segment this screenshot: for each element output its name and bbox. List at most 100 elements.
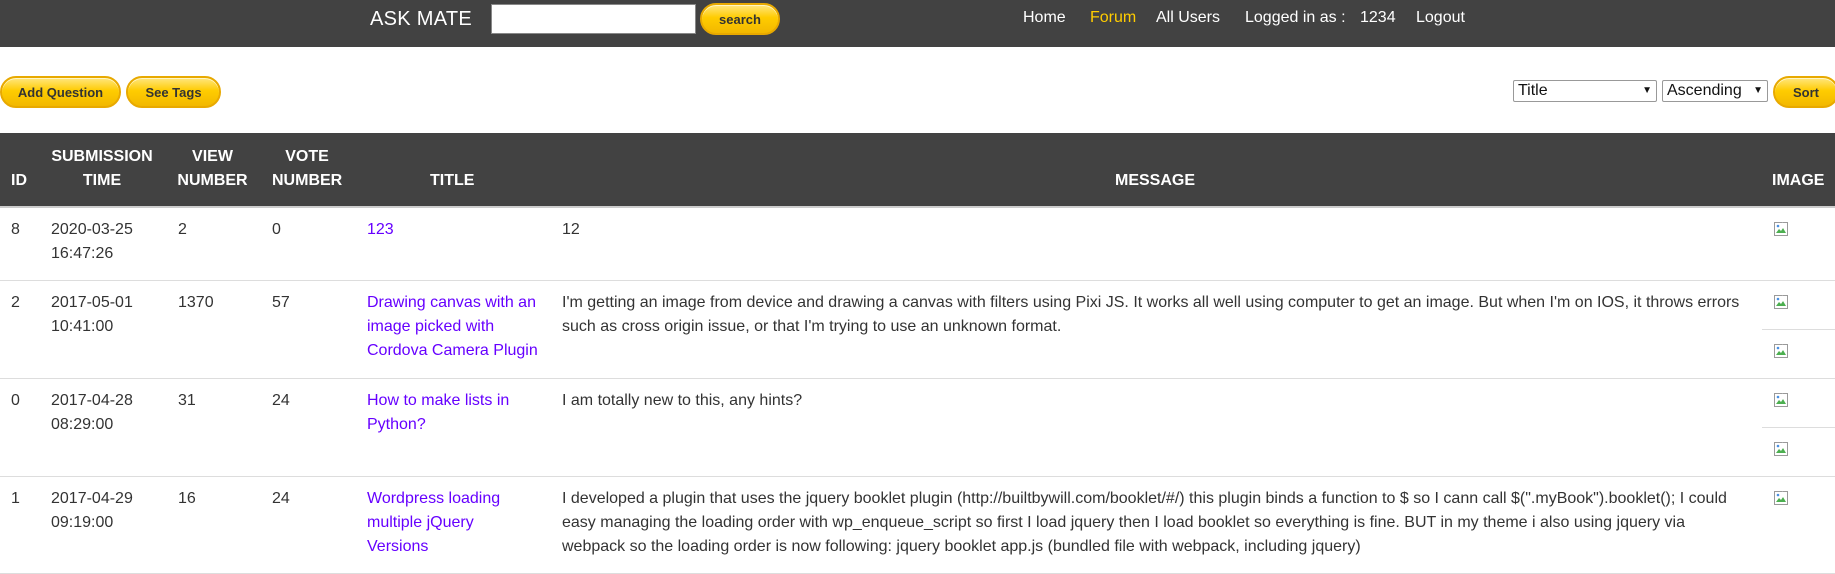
submission-clock: 08:29:00 bbox=[51, 416, 114, 433]
vote-number: 24 bbox=[272, 392, 290, 409]
column-header-line: NUMBER bbox=[272, 172, 343, 189]
sort-button[interactable]: Sort bbox=[1773, 76, 1835, 108]
sort-field-value: Title bbox=[1518, 82, 1548, 99]
broken-image-icon bbox=[1774, 491, 1788, 505]
image-slot bbox=[1762, 330, 1835, 379]
question-title-line: How to make lists in bbox=[367, 392, 510, 409]
submission-time: 2017-04-28 08:29:00 bbox=[51, 389, 151, 437]
add-question-button[interactable]: Add Question bbox=[0, 76, 121, 108]
submission-clock: 09:19:00 bbox=[51, 514, 114, 531]
sort-field-select[interactable]: Title ▼ bbox=[1513, 80, 1657, 102]
image-cell bbox=[1762, 281, 1835, 379]
search-button[interactable]: search bbox=[700, 3, 780, 35]
question-title-line: Versions bbox=[367, 538, 429, 555]
column-header-submission-time[interactable]: SUBMISSION TIME bbox=[51, 145, 153, 193]
logged-in-label: Logged in as : bbox=[1245, 9, 1346, 26]
question-message: I developed a plugin that uses the jquer… bbox=[562, 487, 1752, 559]
broken-image-icon bbox=[1774, 393, 1788, 407]
questions-table-header: ID SUBMISSION TIME VIEW NUMBER VOTE NUMB… bbox=[0, 133, 1835, 206]
dropdown-arrow-icon: ▼ bbox=[1753, 85, 1763, 96]
question-message-line: webpack so the loading order is now foll… bbox=[562, 538, 1361, 555]
question-title-line: Wordpress loading bbox=[367, 490, 501, 507]
table-row: 2 2017-05-01 10:41:00 1370 57 Drawing canvas … bbox=[0, 281, 1835, 379]
broken-image-icon bbox=[1774, 344, 1788, 358]
column-header-view-number[interactable]: VIEW NUMBER bbox=[176, 145, 249, 193]
question-message-line: easy managing the loading order with wp_… bbox=[562, 514, 1685, 531]
column-header-message[interactable]: MESSAGE bbox=[1115, 169, 1195, 193]
column-header-line: TIME bbox=[82, 172, 122, 189]
submission-date: 2017-04-29 bbox=[51, 490, 133, 507]
brand-title: ASK MATE bbox=[370, 8, 473, 30]
nav-logout-link[interactable]: Logout bbox=[1416, 9, 1465, 27]
submission-date: 2017-04-28 bbox=[51, 392, 133, 409]
column-header-title[interactable]: TITLE bbox=[430, 169, 474, 193]
column-header-line: NUMBER bbox=[177, 172, 248, 189]
sort-order-select[interactable]: Ascending ▼ bbox=[1662, 80, 1768, 102]
table-row: 8 2020-03-25 16:47:26 2 0 123 12 bbox=[0, 208, 1835, 281]
top-nav-bar: ASK MATE search Home Forum All Users Log… bbox=[0, 0, 1835, 47]
question-message-line: I'm getting an image from device and dra… bbox=[562, 294, 1740, 311]
submission-clock: 10:41:00 bbox=[51, 318, 114, 335]
question-title-link[interactable]: Wordpress loading multiple jQuery Versions bbox=[367, 487, 552, 559]
question-title-line: Python? bbox=[367, 416, 426, 433]
view-number: 1370 bbox=[178, 294, 214, 311]
broken-image-icon bbox=[1774, 222, 1788, 236]
nav-forum-link[interactable]: Forum bbox=[1090, 9, 1136, 27]
question-title-line: Cordova Camera Plugin bbox=[367, 342, 538, 359]
image-slot bbox=[1762, 379, 1835, 428]
nav-all-users-link[interactable]: All Users bbox=[1156, 9, 1220, 27]
question-id: 2 bbox=[11, 294, 20, 311]
logged-in-username: 1234 bbox=[1360, 9, 1396, 26]
image-cell bbox=[1762, 477, 1835, 526]
submission-date: 2020-03-25 bbox=[51, 221, 133, 238]
question-message-line: 12 bbox=[562, 221, 580, 238]
question-id: 1 bbox=[11, 490, 20, 507]
submission-clock: 16:47:26 bbox=[51, 245, 114, 262]
view-number: 2 bbox=[178, 221, 187, 238]
question-title-line: Drawing canvas with an bbox=[367, 294, 536, 311]
question-message: I'm getting an image from device and dra… bbox=[562, 291, 1752, 339]
table-row: 0 2017-04-28 08:29:00 31 24 How to make lists… bbox=[0, 379, 1835, 477]
question-title-line: 123 bbox=[367, 221, 394, 238]
view-number: 16 bbox=[178, 490, 196, 507]
question-title-link[interactable]: 123 bbox=[367, 218, 552, 242]
submission-time: 2017-04-29 09:19:00 bbox=[51, 487, 151, 535]
column-header-line: VIEW bbox=[192, 148, 233, 165]
image-slot bbox=[1762, 477, 1835, 526]
image-slot bbox=[1762, 281, 1835, 330]
question-message: I am totally new to this, any hints? bbox=[562, 389, 1752, 413]
question-title-link[interactable]: How to make lists in Python? bbox=[367, 389, 552, 437]
sort-order-value: Ascending bbox=[1667, 82, 1742, 99]
submission-time: 2020-03-25 16:47:26 bbox=[51, 218, 151, 266]
broken-image-icon bbox=[1774, 442, 1788, 456]
column-header-line: SUBMISSION bbox=[51, 148, 153, 165]
see-tags-button[interactable]: See Tags bbox=[126, 76, 221, 108]
image-slot bbox=[1762, 428, 1835, 477]
table-row: 1 2017-04-29 09:19:00 16 24 Wordpress loading… bbox=[0, 477, 1835, 574]
vote-number: 24 bbox=[272, 490, 290, 507]
submission-date: 2017-05-01 bbox=[51, 294, 133, 311]
vote-number: 0 bbox=[272, 221, 281, 238]
question-message: 12 bbox=[562, 218, 1752, 242]
question-title-link[interactable]: Drawing canvas with an image picked with C… bbox=[367, 291, 552, 363]
submission-time: 2017-05-01 10:41:00 bbox=[51, 291, 151, 339]
column-header-line: VOTE bbox=[285, 148, 329, 165]
dropdown-arrow-icon: ▼ bbox=[1642, 85, 1652, 96]
question-title-line: multiple jQuery bbox=[367, 514, 474, 531]
question-message-line: I am totally new to this, any hints? bbox=[562, 392, 803, 409]
view-number: 31 bbox=[178, 392, 196, 409]
nav-home-link[interactable]: Home bbox=[1023, 9, 1066, 27]
vote-number: 57 bbox=[272, 294, 290, 311]
broken-image-icon bbox=[1774, 295, 1788, 309]
image-cell bbox=[1762, 208, 1835, 257]
search-input[interactable] bbox=[491, 4, 696, 34]
question-id: 8 bbox=[11, 221, 20, 238]
question-title-line: image picked with bbox=[367, 318, 495, 335]
image-slot bbox=[1762, 208, 1835, 257]
question-message-line: such as cross origin issue, or that I'm … bbox=[562, 318, 1062, 335]
column-header-id[interactable]: ID bbox=[11, 169, 27, 193]
question-message-line: I developed a plugin that uses the jquer… bbox=[562, 490, 1727, 507]
column-header-image: IMAGE bbox=[1772, 172, 1825, 189]
question-id: 0 bbox=[11, 392, 20, 409]
column-header-vote-number[interactable]: VOTE NUMBER bbox=[272, 145, 342, 193]
